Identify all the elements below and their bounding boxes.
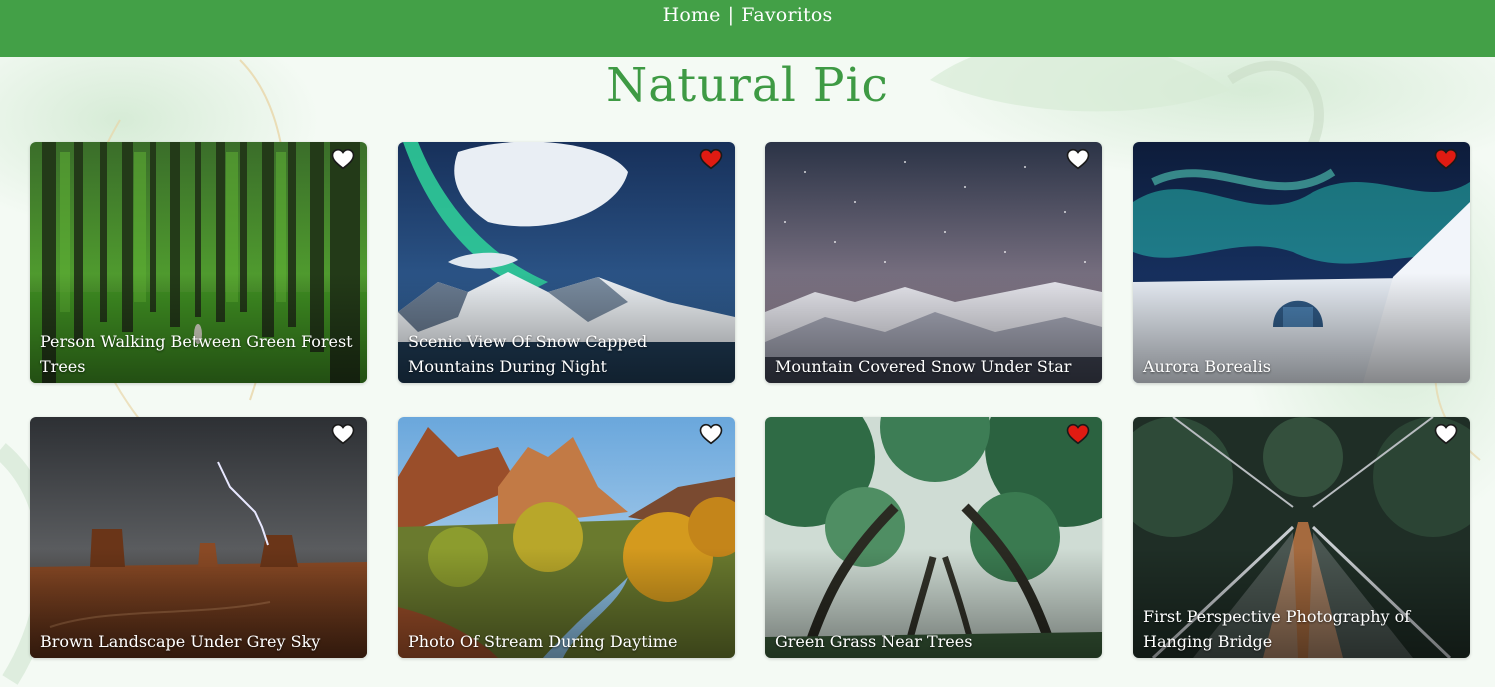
card-caption: Green Grass Near Trees <box>775 632 973 651</box>
heart-icon[interactable] <box>1066 422 1090 446</box>
photo-card[interactable]: Brown Landscape Under Grey Sky <box>30 417 367 658</box>
photo-card[interactable]: Green Grass Near Trees <box>765 417 1102 658</box>
heart-icon[interactable] <box>331 422 355 446</box>
card-caption: Scenic View Of Snow Capped Mountains Dur… <box>408 332 648 376</box>
card-caption: Brown Landscape Under Grey Sky <box>40 632 321 651</box>
card-caption: Photo Of Stream During Daytime <box>408 632 678 651</box>
heart-icon[interactable] <box>699 422 723 446</box>
card-caption: Mountain Covered Snow Under Star <box>775 357 1072 376</box>
photo-card[interactable]: Photo Of Stream During Daytime <box>398 417 735 658</box>
photo-card[interactable]: First Perspective Photography of Hanging… <box>1133 417 1470 658</box>
nav-links: Home | Favoritos <box>663 4 833 26</box>
nav-link-favoritos[interactable]: Favoritos <box>741 4 832 26</box>
page-title: Natural Pic <box>606 58 889 113</box>
card-caption: Person Walking Between Green Forest Tree… <box>40 332 353 376</box>
photo-card[interactable]: Aurora Borealis <box>1133 142 1470 383</box>
heart-icon[interactable] <box>699 147 723 171</box>
heart-icon[interactable] <box>331 147 355 171</box>
photo-card[interactable]: Mountain Covered Snow Under Star <box>765 142 1102 383</box>
photo-card[interactable]: Scenic View Of Snow Capped Mountains Dur… <box>398 142 735 383</box>
card-caption: Aurora Borealis <box>1143 357 1271 376</box>
heart-icon[interactable] <box>1434 147 1458 171</box>
card-caption: First Perspective Photography of Hanging… <box>1143 607 1411 651</box>
nav-link-home[interactable]: Home <box>663 4 721 26</box>
nav-separator: | <box>727 4 735 26</box>
heart-icon[interactable] <box>1066 147 1090 171</box>
photo-card[interactable]: Person Walking Between Green Forest Tree… <box>30 142 367 383</box>
heart-icon[interactable] <box>1434 422 1458 446</box>
top-navbar: Home | Favoritos <box>0 0 1495 57</box>
